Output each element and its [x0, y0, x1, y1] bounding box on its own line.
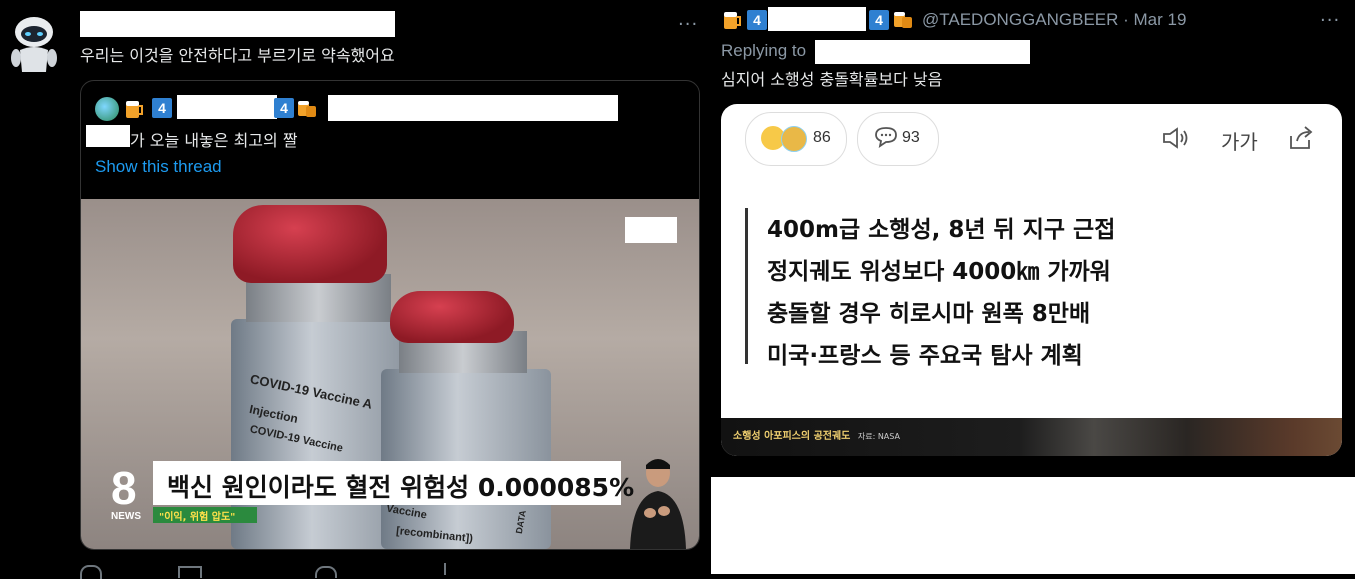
number-4-badge: 4 [274, 98, 294, 118]
article-line: 충돌할 경우 히로시마 원폭 8만배 [767, 301, 1091, 327]
redacted-logo [625, 217, 677, 243]
more-options-icon[interactable]: ··· [678, 14, 698, 35]
beers-emoji-icon [298, 101, 316, 117]
sign-language-interpreter [626, 455, 690, 549]
channel-number: 8 [111, 462, 137, 514]
article-line: 미국·프랑스 등 주요국 탐사 계획 [767, 343, 1083, 369]
tweet-text: 심지어 소행성 충돌확률보다 낮음 [721, 70, 943, 89]
speaker-icon[interactable] [1161, 126, 1191, 150]
caption-source: 자료: NASA [857, 432, 900, 441]
retweet-icon[interactable] [178, 566, 202, 578]
vial-cap [390, 291, 514, 343]
redacted-handle [328, 95, 618, 121]
quote-bar [745, 208, 748, 364]
quoted-tweet-text: 가 오늘 내놓은 최고의 짤 [130, 131, 298, 150]
redacted-reply-handle [815, 40, 1030, 64]
show-thread-link[interactable]: Show this thread [95, 157, 222, 177]
redacted-name [177, 95, 277, 119]
number-4-badge: 4 [152, 98, 172, 118]
news-image[interactable]: COVID-19 Vaccine A Injection COVID-19 Va… [81, 199, 699, 549]
beer-emoji-icon [724, 12, 741, 29]
like-icon[interactable] [315, 566, 337, 578]
avatar[interactable] [8, 14, 58, 74]
font-size-button[interactable]: 가가 [1221, 126, 1258, 155]
tired-emoji-icon [781, 126, 807, 152]
article-line: 정지궤도 위성보다 4000㎞ 가까워 [767, 259, 1111, 285]
replying-to-label: Replying to [721, 41, 807, 60]
quoted-avatar [95, 97, 119, 121]
caption-text: 소행성 아포피스의 공전궤도 [733, 431, 851, 442]
beers-emoji-icon [894, 12, 912, 28]
image-caption: 소행성 아포피스의 공전궤도 자료: NASA [733, 427, 900, 442]
tweet-handle-date[interactable]: @TAEDONGGANGBEER · Mar 19 [922, 10, 1186, 30]
quoted-tweet[interactable]: 4 4 가 오늘 내놓은 최고의 짤 Show this thread COVI… [80, 80, 700, 550]
white-overlay-block [711, 477, 1355, 574]
more-options-icon[interactable]: ··· [1320, 10, 1340, 31]
redacted-username [80, 11, 395, 37]
share-icon[interactable] [1287, 124, 1315, 152]
reply-icon[interactable] [80, 565, 102, 579]
share-icon[interactable] [444, 563, 446, 575]
comment-icon [875, 127, 897, 148]
number-4-badge: 4 [869, 10, 889, 30]
vial-cap [233, 205, 387, 283]
number-4-badge: 4 [747, 10, 767, 30]
article-screenshot[interactable]: 86 93 가가 400m급 소행성, 8년 뒤 지구 근접 정지궤도 위성보다… [721, 104, 1342, 456]
beer-emoji-icon [126, 101, 143, 118]
news-headline: 백신 원인이라도 혈전 위험성 0.000085% [167, 473, 635, 502]
comment-count: 93 [902, 129, 920, 146]
redacted-mention [86, 125, 130, 147]
redacted-name [768, 7, 866, 31]
reaction-count: 86 [813, 129, 831, 146]
news-subcaption: "이익, 위험 압도" [159, 512, 236, 523]
tweet-text: 우리는 이것을 안전하다고 부르기로 약속했어요 [80, 46, 395, 65]
article-line: 400m급 소행성, 8년 뒤 지구 근접 [767, 217, 1116, 243]
channel-label: NEWS [111, 511, 141, 522]
